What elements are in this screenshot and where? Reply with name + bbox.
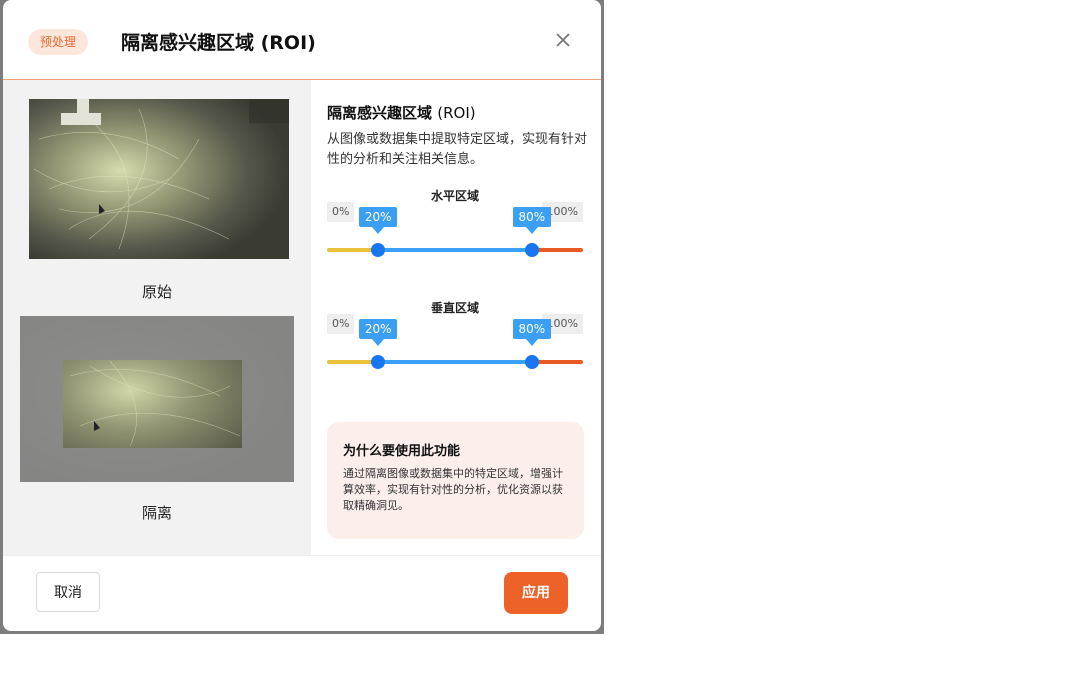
slider-low-tooltip: 20% <box>359 319 398 346</box>
original-label: 原始 <box>141 283 172 301</box>
original-image <box>29 99 289 259</box>
slider-high-handle[interactable] <box>524 243 539 257</box>
category-badge: 预处理 <box>28 29 89 55</box>
panel-title-main: 隔离感兴趣区域 <box>327 104 433 122</box>
isolated-label: 隔离 <box>141 504 172 522</box>
slider-min-label: 0% <box>327 314 355 334</box>
cancel-button[interactable]: 取消 <box>36 572 100 612</box>
slider-track-high[interactable] <box>531 360 583 364</box>
slider-high-tooltip: 80% <box>512 319 551 346</box>
panel-title: 隔离感兴趣区域 (ROI) <box>327 102 476 123</box>
panel-description: 从图像或数据集中提取特定区域，实现有针对性的分析和关注相关信息。 <box>327 132 588 167</box>
roi-dialog: 预处理 隔离感兴趣区域 (ROI) 原始 隔离 隔离感兴趣区域 (ROI) 从图… <box>3 0 601 631</box>
info-box: 为什么要使用此功能 通过隔离图像或数据集中的特定区域，增强计算效率，实现有针对性… <box>327 422 584 539</box>
slider-min-label: 0% <box>327 202 355 222</box>
info-text: 通过隔离图像或数据集中的特定区域，增强计算效率，实现有针对性的分析，优化资源以获… <box>343 467 563 512</box>
preview-pane: 原始 隔离 <box>3 80 311 555</box>
slider-low-handle[interactable] <box>371 355 386 369</box>
slider-low-handle[interactable] <box>371 243 386 257</box>
close-icon[interactable] <box>551 28 575 52</box>
dialog-title: 隔离感兴趣区域 (ROI) <box>121 32 316 54</box>
horizontal-range-slider: 水平区域 0% 100% 20% 80% <box>327 187 583 267</box>
panel-title-paren: (ROI) <box>437 104 476 122</box>
settings-pane: 隔离感兴趣区域 (ROI) 从图像或数据集中提取特定区域，实现有针对性的分析和关… <box>311 80 601 555</box>
vertical-range-slider: 垂直区域 0% 100% 20% 80% <box>327 299 583 379</box>
apply-button[interactable]: 应用 <box>504 572 568 614</box>
info-title: 为什么要使用此功能 <box>343 444 461 459</box>
slider-track-selected[interactable] <box>378 248 532 252</box>
slider-high-tooltip: 80% <box>512 207 551 234</box>
dialog-header: 预处理 隔离感兴趣区域 (ROI) <box>3 0 601 80</box>
dialog-footer: 取消 应用 <box>3 555 601 631</box>
slider-track-high[interactable] <box>531 248 583 252</box>
slider-track-selected[interactable] <box>378 360 532 364</box>
slider-low-tooltip: 20% <box>359 207 398 234</box>
slider-high-handle[interactable] <box>524 355 539 369</box>
isolated-image <box>20 316 294 482</box>
